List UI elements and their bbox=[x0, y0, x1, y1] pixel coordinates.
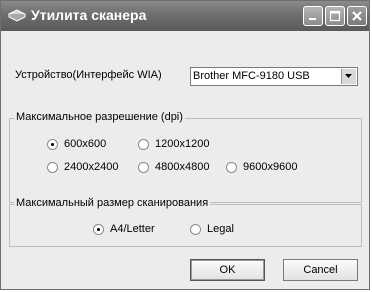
title-bar[interactable]: Утилита сканера bbox=[1, 1, 369, 31]
scanner-icon bbox=[7, 8, 27, 23]
device-select[interactable]: Brother MFC-9180 USB bbox=[190, 67, 358, 86]
cancel-button[interactable]: Cancel bbox=[283, 259, 358, 281]
minimize-button[interactable] bbox=[303, 6, 323, 26]
dropdown-arrow-icon[interactable] bbox=[341, 69, 356, 84]
radio-label: 600x600 bbox=[64, 138, 107, 150]
radio-legal[interactable]: Legal bbox=[190, 223, 234, 235]
radio-button[interactable] bbox=[138, 161, 149, 173]
radio-1200x1200[interactable]: 1200x1200 bbox=[138, 138, 209, 150]
minimize-icon bbox=[309, 18, 316, 20]
radio-label: Legal bbox=[207, 223, 234, 235]
radio-label: 9600x9600 bbox=[243, 161, 298, 173]
close-icon bbox=[352, 11, 362, 21]
scan-size-group-title: Максимальный размер сканирования bbox=[14, 197, 211, 209]
maximize-icon bbox=[329, 10, 341, 22]
radio-button[interactable] bbox=[47, 138, 58, 150]
resolution-group-title: Максимальное разрешение (dpi) bbox=[14, 111, 185, 123]
radio-label: 2400x2400 bbox=[64, 161, 119, 173]
radio-2400x2400[interactable]: 2400x2400 bbox=[47, 161, 118, 173]
radio-label: A4/Letter bbox=[110, 223, 155, 235]
maximize-button[interactable] bbox=[325, 6, 345, 26]
radio-a4-letter[interactable]: A4/Letter bbox=[93, 223, 155, 235]
radio-label: 4800x4800 bbox=[155, 161, 210, 173]
ok-button[interactable]: OK bbox=[190, 259, 265, 281]
radio-button[interactable] bbox=[190, 223, 201, 235]
scanner-utility-window: Утилита сканера Устройство(Интерфейс WIA… bbox=[0, 0, 370, 290]
radio-button[interactable] bbox=[226, 161, 237, 173]
device-select-value: Brother MFC-9180 USB bbox=[193, 70, 310, 82]
radio-label: 1200x1200 bbox=[155, 138, 210, 150]
close-button[interactable] bbox=[347, 6, 367, 26]
radio-button[interactable] bbox=[47, 161, 58, 173]
radio-button[interactable] bbox=[138, 138, 149, 150]
radio-600x600[interactable]: 600x600 bbox=[47, 138, 106, 150]
window-title: Утилита сканера bbox=[31, 7, 147, 23]
radio-9600x9600[interactable]: 9600x9600 bbox=[226, 161, 297, 173]
scan-size-group: Максимальный размер сканирования bbox=[9, 197, 362, 247]
radio-4800x4800[interactable]: 4800x4800 bbox=[138, 161, 209, 173]
device-label: Устройство(Интерфейс WIA) bbox=[15, 69, 162, 81]
radio-button[interactable] bbox=[93, 223, 104, 235]
